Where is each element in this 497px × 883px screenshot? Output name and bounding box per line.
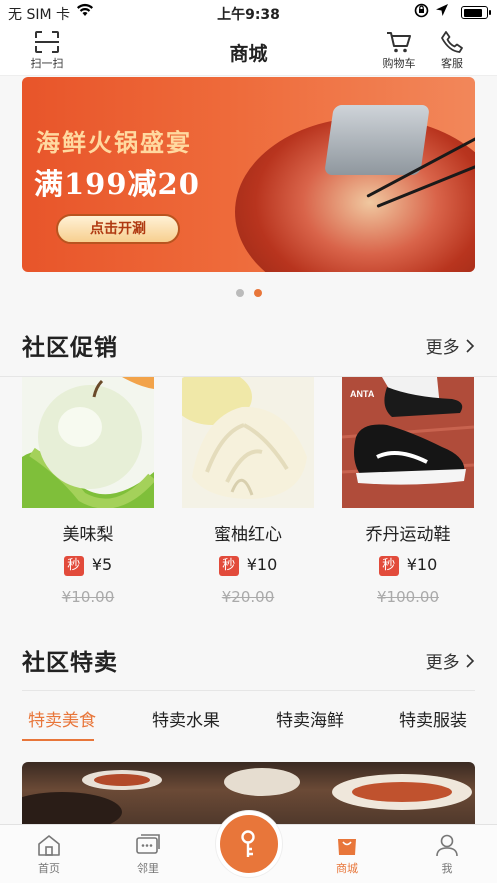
product-price: ¥5 (91, 555, 113, 574)
status-bar: 无 SIM 卡 上午9:38 (0, 0, 497, 26)
product-name: 蜜柚红心 (214, 525, 282, 545)
section-title: 社区促销 (22, 335, 118, 361)
product-name: 乔丹运动鞋 (365, 525, 451, 545)
chevron-right-icon (466, 654, 475, 668)
product-card[interactable]: 美味梨 秒 ¥5 ¥10.00 (22, 377, 154, 606)
more-label: 更多 (425, 338, 460, 358)
banner-cta-button[interactable]: 点击开涮 (56, 214, 180, 244)
tab-seafood[interactable]: 特卖海鲜 (276, 706, 344, 731)
carousel-dot-active[interactable] (253, 289, 262, 297)
promo-section-header: 社区促销 更多 (22, 328, 475, 368)
category-tabs: 特卖美食 特卖水果 特卖海鲜 特卖服装 (22, 690, 475, 741)
rotation-lock-icon (414, 3, 429, 22)
phone-icon (441, 31, 463, 53)
tabbar-label: 首页 (38, 862, 60, 875)
svg-text:ANTA: ANTA (350, 389, 375, 399)
tab-fruit[interactable]: 特卖水果 (152, 706, 220, 731)
tabbar-mall[interactable]: 商城 (317, 833, 377, 876)
product-price-line: 秒 ¥10 (182, 555, 314, 576)
product-original-price: ¥10.00 (61, 588, 115, 606)
nav-bar: 扫一扫 商城 购物车 客服 (0, 26, 497, 76)
tabbar-neighbors[interactable]: 邻里 (118, 833, 178, 876)
tab-food[interactable]: 特卖美食 (28, 706, 96, 731)
banner-headline: 海鲜火锅盛宴 (36, 128, 192, 157)
shopping-bag-icon (338, 839, 356, 855)
carousel-dots (0, 282, 497, 301)
shop-page: 无 SIM 卡 上午9:38 扫一扫 商城 购物车 客服 海鲜火锅盛宴 满199… (0, 0, 497, 883)
home-icon (38, 835, 60, 856)
service-label: 客服 (441, 57, 463, 70)
more-label: 更多 (425, 653, 460, 673)
product-original-price: ¥100.00 (376, 588, 440, 606)
person-icon (436, 834, 458, 857)
cart-button[interactable]: 购物车 (378, 30, 420, 71)
chevron-right-icon (466, 339, 475, 353)
tabbar-label: 我 (441, 862, 453, 875)
product-card[interactable]: 蜜柚红心 秒 ¥10 ¥20.00 (182, 377, 314, 606)
carousel-dot[interactable] (235, 289, 244, 297)
chat-icon (136, 834, 160, 854)
product-image-pomelo (182, 377, 314, 508)
product-name: 美味梨 (62, 525, 114, 545)
product-price-line: 秒 ¥10 (342, 555, 474, 576)
flash-sale-badge: 秒 (378, 556, 399, 576)
product-price: ¥10 (406, 555, 438, 574)
product-image-pear (22, 377, 154, 508)
product-price-line: 秒 ¥5 (22, 555, 154, 576)
tab-clothing[interactable]: 特卖服装 (399, 706, 467, 731)
key-icon (241, 830, 255, 857)
flash-sale-badge: 秒 (63, 556, 84, 576)
product-image-sneaker: ANTA (342, 377, 474, 508)
flash-sale-badge: 秒 (218, 556, 239, 576)
tabbar-home[interactable]: 首页 (19, 833, 79, 876)
promo-more-link[interactable]: 更多 (426, 333, 475, 358)
section-title: 社区特卖 (22, 650, 118, 676)
active-tab-indicator (22, 739, 94, 741)
special-more-link[interactable]: 更多 (426, 648, 475, 673)
pot-lid-image (324, 105, 430, 175)
product-original-price: ¥20.00 (221, 588, 275, 606)
cart-icon (387, 32, 411, 53)
center-key-button[interactable] (216, 811, 282, 877)
product-card[interactable]: ANTA 乔丹运动鞋 秒 ¥10 ¥100.00 (342, 377, 474, 606)
tabbar-label: 商城 (336, 862, 358, 875)
cart-label: 购物车 (382, 57, 416, 70)
product-price: ¥10 (246, 555, 278, 574)
customer-service-button[interactable]: 客服 (432, 30, 472, 71)
tabbar-label: 邻里 (137, 862, 159, 875)
special-section-header: 社区特卖 更多 (22, 643, 475, 683)
banner-promo: 满199减20 (34, 167, 200, 201)
tabbar-me[interactable]: 我 (417, 833, 477, 876)
location-icon (435, 3, 449, 22)
page-title: 商城 (229, 43, 268, 65)
promo-banner[interactable]: 海鲜火锅盛宴 满199减20 点击开涮 (22, 77, 475, 272)
battery-icon (461, 6, 491, 19)
